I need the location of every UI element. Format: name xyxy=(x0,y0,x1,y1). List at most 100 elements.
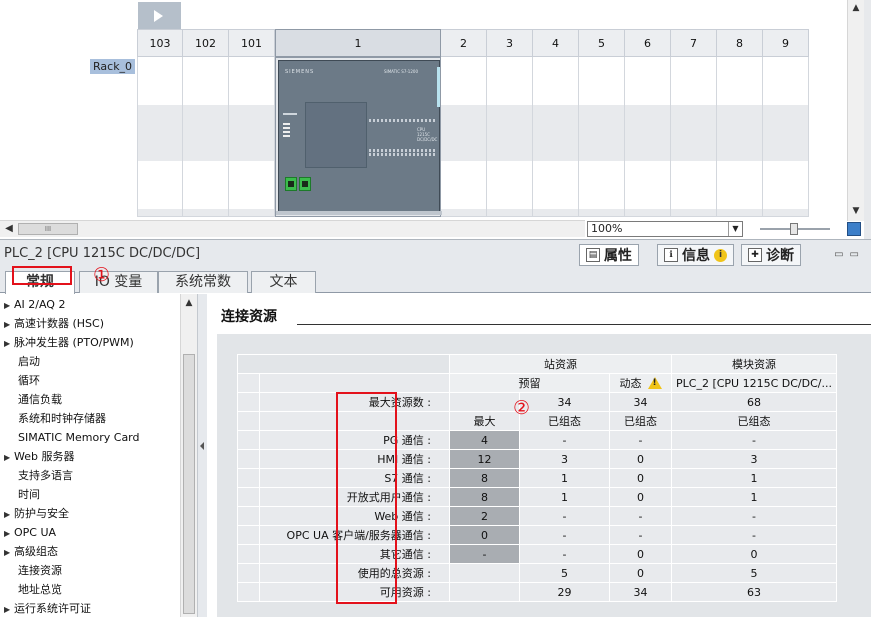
subtab-io-tags[interactable]: IO 变量 xyxy=(79,271,158,293)
expand-arrow-icon[interactable]: ▶ xyxy=(4,600,14,617)
available-dynamic-value: 34 xyxy=(609,582,672,602)
nav-item-label: 高级组态 xyxy=(14,545,58,558)
zoom-fit-icon[interactable] xyxy=(847,222,861,236)
scroll-thumb[interactable] xyxy=(183,354,195,614)
table-cell xyxy=(237,563,260,583)
col-configured-header: 已组态 xyxy=(519,411,610,431)
zoom-slider-knob[interactable] xyxy=(790,223,798,235)
scroll-up-icon[interactable]: ▲ xyxy=(848,1,864,15)
nav-item[interactable]: 循环 xyxy=(18,371,40,390)
nav-item[interactable]: ▶ 高速计数器 (HSC) xyxy=(4,314,104,333)
subtab-system-constants[interactable]: 系统常数 xyxy=(158,271,248,293)
rack-slot-number[interactable]: 101 xyxy=(229,29,275,57)
ethernet-port-icon[interactable] xyxy=(299,177,311,191)
tab-info[interactable]: ℹ 信息 i xyxy=(657,244,734,266)
nav-item[interactable]: 通信负载 xyxy=(18,390,62,409)
nav-item-label: 循环 xyxy=(18,374,40,387)
nav-item[interactable]: ▶ AI 2/AQ 2 xyxy=(4,295,65,314)
nav-item[interactable]: ▶ 运行系统许可证 xyxy=(4,599,91,617)
scroll-thumb[interactable]: III xyxy=(18,223,78,235)
nav-item[interactable]: 连接资源 xyxy=(18,561,62,580)
rack-slot-number[interactable]: 5 xyxy=(579,29,625,57)
zoom-slider[interactable] xyxy=(760,223,830,235)
nav-item-label: 脉冲发生器 (PTO/PWM) xyxy=(14,336,134,349)
rack-slot[interactable] xyxy=(183,57,229,217)
rack-slot-number[interactable]: 8 xyxy=(717,29,763,57)
rack-slot[interactable] xyxy=(229,57,275,217)
rack-slot-number[interactable]: 3 xyxy=(487,29,533,57)
scroll-down-icon[interactable]: ▼ xyxy=(848,204,864,218)
expand-arrow-icon[interactable]: ▶ xyxy=(4,315,14,334)
nav-item[interactable]: 系统和时钟存储器 xyxy=(18,409,106,428)
rack-slot[interactable] xyxy=(441,57,487,217)
device-vertical-scrollbar[interactable]: ▲ ▼ xyxy=(847,0,864,221)
nav-item[interactable]: ▶ 高级组态 xyxy=(4,542,58,561)
cpu-terminal-strip xyxy=(369,119,437,122)
table-row: S7 通信 :8101 xyxy=(237,468,837,488)
nav-item[interactable]: ▶ 防护与安全 xyxy=(4,504,69,523)
nav-item[interactable]: 时间 xyxy=(18,485,40,504)
scroll-left-icon[interactable]: ◀ xyxy=(1,222,17,236)
expand-arrow-icon[interactable]: ▶ xyxy=(4,334,14,353)
rack-slot-number[interactable]: 102 xyxy=(183,29,229,57)
panel-splitter[interactable] xyxy=(197,294,207,617)
rack-slot[interactable] xyxy=(671,57,717,217)
rack-slot[interactable] xyxy=(625,57,671,217)
rack-slot-number[interactable]: 6 xyxy=(625,29,671,57)
tab-properties[interactable]: ▤ 属性 xyxy=(579,244,639,266)
tab-diagnostics[interactable]: ✚ 诊断 xyxy=(741,244,801,266)
dynamic-value: 0 xyxy=(609,487,672,507)
window-buttons-icon[interactable]: ▭▭ xyxy=(834,249,865,260)
expand-arrow-icon[interactable]: ▶ xyxy=(4,524,14,543)
rack-slot-number[interactable]: 7 xyxy=(671,29,717,57)
nav-scrollbar[interactable]: ▲ xyxy=(180,294,197,617)
module-value: 1 xyxy=(671,468,837,488)
max-value: 4 xyxy=(449,430,520,450)
rack-slot-number[interactable]: 2 xyxy=(441,29,487,57)
rack-slot[interactable] xyxy=(533,57,579,217)
rack-slot[interactable] xyxy=(763,57,809,217)
table-cell xyxy=(237,411,260,431)
ethernet-port-icon[interactable] xyxy=(285,177,297,191)
rack-slot[interactable] xyxy=(137,57,183,217)
nav-item[interactable]: ▶ OPC UA xyxy=(4,523,56,542)
chevron-down-icon[interactable]: ▼ xyxy=(728,222,742,236)
rack-expand-arrow-icon[interactable] xyxy=(138,2,181,29)
rack-slot-number[interactable]: 4 xyxy=(533,29,579,57)
collapse-arrow-icon[interactable] xyxy=(200,442,204,450)
rack-slot[interactable] xyxy=(579,57,625,217)
table-cell xyxy=(237,430,260,450)
rack-slot[interactable] xyxy=(487,57,533,217)
expand-arrow-icon[interactable]: ▶ xyxy=(4,505,14,524)
side-panel-strip[interactable] xyxy=(864,0,871,239)
device-horizontal-scrollbar[interactable]: ◀ III xyxy=(0,220,585,237)
max-reserved-value: 34 xyxy=(519,392,610,412)
dynamic-value: 0 xyxy=(609,468,672,488)
expand-arrow-icon[interactable]: ▶ xyxy=(4,543,14,562)
rack-slot-number[interactable]: 1 xyxy=(275,29,441,57)
nav-item[interactable]: ▶ 脉冲发生器 (PTO/PWM) xyxy=(4,333,134,352)
expand-arrow-icon[interactable]: ▶ xyxy=(4,296,14,315)
rack-slot[interactable] xyxy=(717,57,763,217)
nav-item[interactable]: 启动 xyxy=(18,352,40,371)
connection-resources-panel: 站资源 模块资源 预留 动态 PLC_2 [CPU 1215C DC/DC/..… xyxy=(217,334,871,617)
rack-slot-number[interactable]: 9 xyxy=(763,29,809,57)
zoom-select[interactable]: 100% ▼ xyxy=(587,221,743,237)
cpu-module[interactable]: SIEMENS SIMATIC S7-1200 CPU 1215C DC/DC/… xyxy=(276,60,442,215)
nav-item[interactable]: 支持多语言 xyxy=(18,466,73,485)
nav-item[interactable]: 地址总览 xyxy=(18,580,62,599)
nav-item-label: 连接资源 xyxy=(18,564,62,577)
expand-arrow-icon[interactable]: ▶ xyxy=(4,448,14,467)
configured-column-highlight xyxy=(336,392,397,604)
subtab-texts[interactable]: 文本 xyxy=(251,271,316,293)
configured-value: - xyxy=(519,544,610,564)
cpu-cover xyxy=(305,102,367,168)
nav-item[interactable]: SIMATIC Memory Card xyxy=(18,428,140,447)
scroll-up-icon[interactable]: ▲ xyxy=(181,296,197,310)
rack-label[interactable]: Rack_0 xyxy=(90,59,135,74)
rack-slot-number[interactable]: 103 xyxy=(137,29,183,57)
nav-item[interactable]: ▶ Web 服务器 xyxy=(4,447,74,466)
table-row: OPC UA 客户端/服务器通信 :0--- xyxy=(237,525,837,545)
group-station-header: 站资源 xyxy=(449,354,672,374)
resource-rows: PG 通信 :4- - - HMI 通信 :12 3 0 3 S7 通信 :8 1 0 1 开放式用户… xyxy=(237,430,837,564)
